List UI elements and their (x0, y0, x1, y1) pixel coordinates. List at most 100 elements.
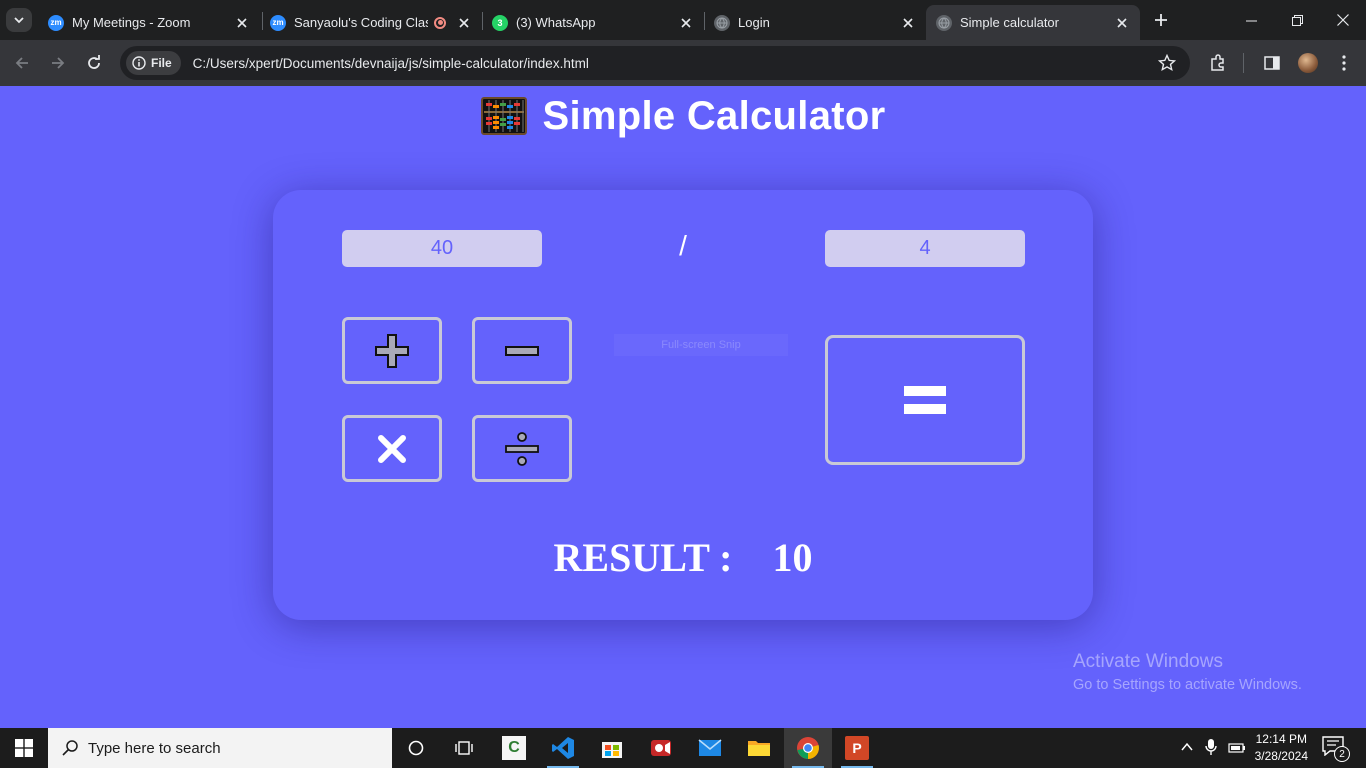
more-vertical-icon (1342, 55, 1346, 71)
arrow-left-icon (15, 57, 28, 69)
taskbar-app-powerpoint[interactable]: P (833, 728, 881, 768)
globe-icon (714, 14, 730, 31)
tab-whatsapp[interactable]: 3 (3) WhatsApp (482, 5, 704, 40)
tab-title: (3) WhatsApp (516, 15, 596, 30)
tab-coding-class[interactable]: zm Sanyaolu's Coding Class (260, 5, 482, 40)
close-icon[interactable] (1114, 15, 1130, 31)
tab-simple-calculator[interactable]: Simple calculator (926, 5, 1140, 40)
zoom-icon: zm (270, 14, 286, 31)
tab-title: Sanyaolu's Coding Class (294, 15, 428, 30)
page-title: Simple Calculator (542, 93, 886, 138)
whatsapp-icon: 3 (492, 14, 508, 31)
close-icon[interactable] (678, 15, 694, 31)
reload-icon (88, 55, 100, 69)
divide-button[interactable] (472, 415, 572, 482)
restore-button[interactable] (1274, 0, 1320, 40)
taskbar-app-store[interactable] (588, 728, 636, 768)
clock-date: 3/28/2024 (1254, 749, 1308, 763)
taskbar-app-mail[interactable] (686, 728, 734, 768)
search-placeholder: Type here to search (88, 739, 221, 757)
extensions-button[interactable] (1206, 51, 1230, 75)
notification-badge: 2 (1334, 746, 1350, 762)
taskbar-app-vscode[interactable] (539, 728, 587, 768)
globe-icon (936, 14, 952, 31)
task-view-button[interactable] (440, 728, 488, 768)
new-tab-button[interactable] (1150, 9, 1172, 31)
side-panel-button[interactable] (1260, 51, 1284, 75)
multiply-icon (378, 434, 406, 463)
back-button[interactable] (10, 51, 34, 75)
tab-title: Login (738, 15, 770, 30)
first-number-input[interactable] (342, 230, 542, 267)
watermark-title: Activate Windows (1073, 651, 1223, 672)
taskbar: Type here to search C P 12:14 PM 3/28/20… (0, 728, 1366, 768)
equals-icon (904, 386, 946, 414)
tab-login[interactable]: Login (704, 5, 926, 40)
site-info-chip[interactable]: File (126, 51, 181, 75)
windows-logo-icon (15, 739, 33, 757)
screen-recorder-icon (651, 740, 671, 756)
clock-time: 12:14 PM (1255, 732, 1307, 746)
tab-search-button[interactable] (6, 8, 32, 32)
operator-display: / (679, 230, 687, 261)
chevron-down-icon (14, 17, 24, 24)
minimize-icon (1245, 20, 1257, 21)
menu-button[interactable] (1332, 51, 1356, 75)
folder-icon (748, 741, 770, 756)
tab-zoom-meetings[interactable]: zm My Meetings - Zoom (38, 5, 260, 40)
search-icon (62, 740, 78, 756)
activate-windows-watermark: Activate Windows Go to Settings to activ… (1073, 651, 1302, 693)
browser-toolbar: File C:/Users/xpert/Documents/devnaija/j… (0, 40, 1366, 86)
reload-button[interactable] (82, 51, 106, 75)
plus-icon (375, 333, 409, 368)
second-number-input[interactable] (825, 230, 1025, 267)
profile-avatar[interactable] (1296, 51, 1320, 75)
chrome-icon (797, 737, 819, 759)
chevron-up-icon[interactable] (1180, 740, 1194, 759)
close-icon[interactable] (456, 15, 472, 31)
whatsapp-badge: 3 (497, 17, 503, 28)
clock[interactable]: 12:14 PM 3/28/2024 (1255, 731, 1308, 765)
vscode-icon (552, 737, 574, 759)
taskbar-search[interactable]: Type here to search (48, 728, 392, 768)
task-view-icon (455, 741, 473, 755)
taskbar-app-recorder[interactable] (637, 728, 685, 768)
bookmark-star-icon[interactable] (1157, 53, 1177, 77)
tab-title: My Meetings - Zoom (72, 15, 191, 30)
store-icon (602, 742, 622, 758)
close-window-button[interactable] (1320, 0, 1366, 40)
microphone-icon[interactable] (1204, 738, 1218, 761)
minimize-button[interactable] (1228, 0, 1274, 40)
close-icon[interactable] (900, 15, 916, 31)
start-button[interactable] (0, 728, 48, 768)
result-display: RESULT : 10 (273, 534, 1093, 581)
minus-icon (505, 345, 539, 356)
scheme-label: File (151, 56, 172, 70)
side-panel-icon (1264, 56, 1280, 70)
recording-icon (434, 16, 446, 29)
close-icon (1337, 14, 1349, 26)
tab-strip: zm My Meetings - Zoom zm Sanyaolu's Codi… (0, 0, 1366, 40)
url-text[interactable]: C:/Users/xpert/Documents/devnaija/js/sim… (193, 56, 589, 71)
cortana-button[interactable] (392, 728, 440, 768)
taskbar-app-camtasia[interactable]: C (490, 728, 538, 768)
powerpoint-icon: P (845, 736, 869, 760)
mail-icon (698, 739, 722, 756)
taskbar-app-explorer[interactable] (735, 728, 783, 768)
tab-title: Simple calculator (960, 15, 1059, 30)
close-icon[interactable] (234, 15, 250, 31)
forward-button[interactable] (46, 51, 70, 75)
add-button[interactable] (342, 317, 442, 384)
info-icon (132, 56, 146, 70)
subtract-button[interactable] (472, 317, 572, 384)
notifications-button[interactable]: 2 (1322, 736, 1350, 762)
equals-button[interactable] (825, 335, 1025, 465)
taskbar-app-chrome[interactable] (784, 728, 832, 768)
restore-icon (1291, 14, 1303, 26)
abacus-icon (480, 97, 527, 135)
battery-icon[interactable] (1228, 741, 1246, 759)
calculator-card: / Full-screen Snip RESULT : 10 (273, 190, 1093, 620)
result-label: RESULT : (553, 535, 733, 580)
multiply-button[interactable] (342, 415, 442, 482)
address-bar[interactable]: File C:/Users/xpert/Documents/devnaija/j… (120, 46, 1190, 80)
